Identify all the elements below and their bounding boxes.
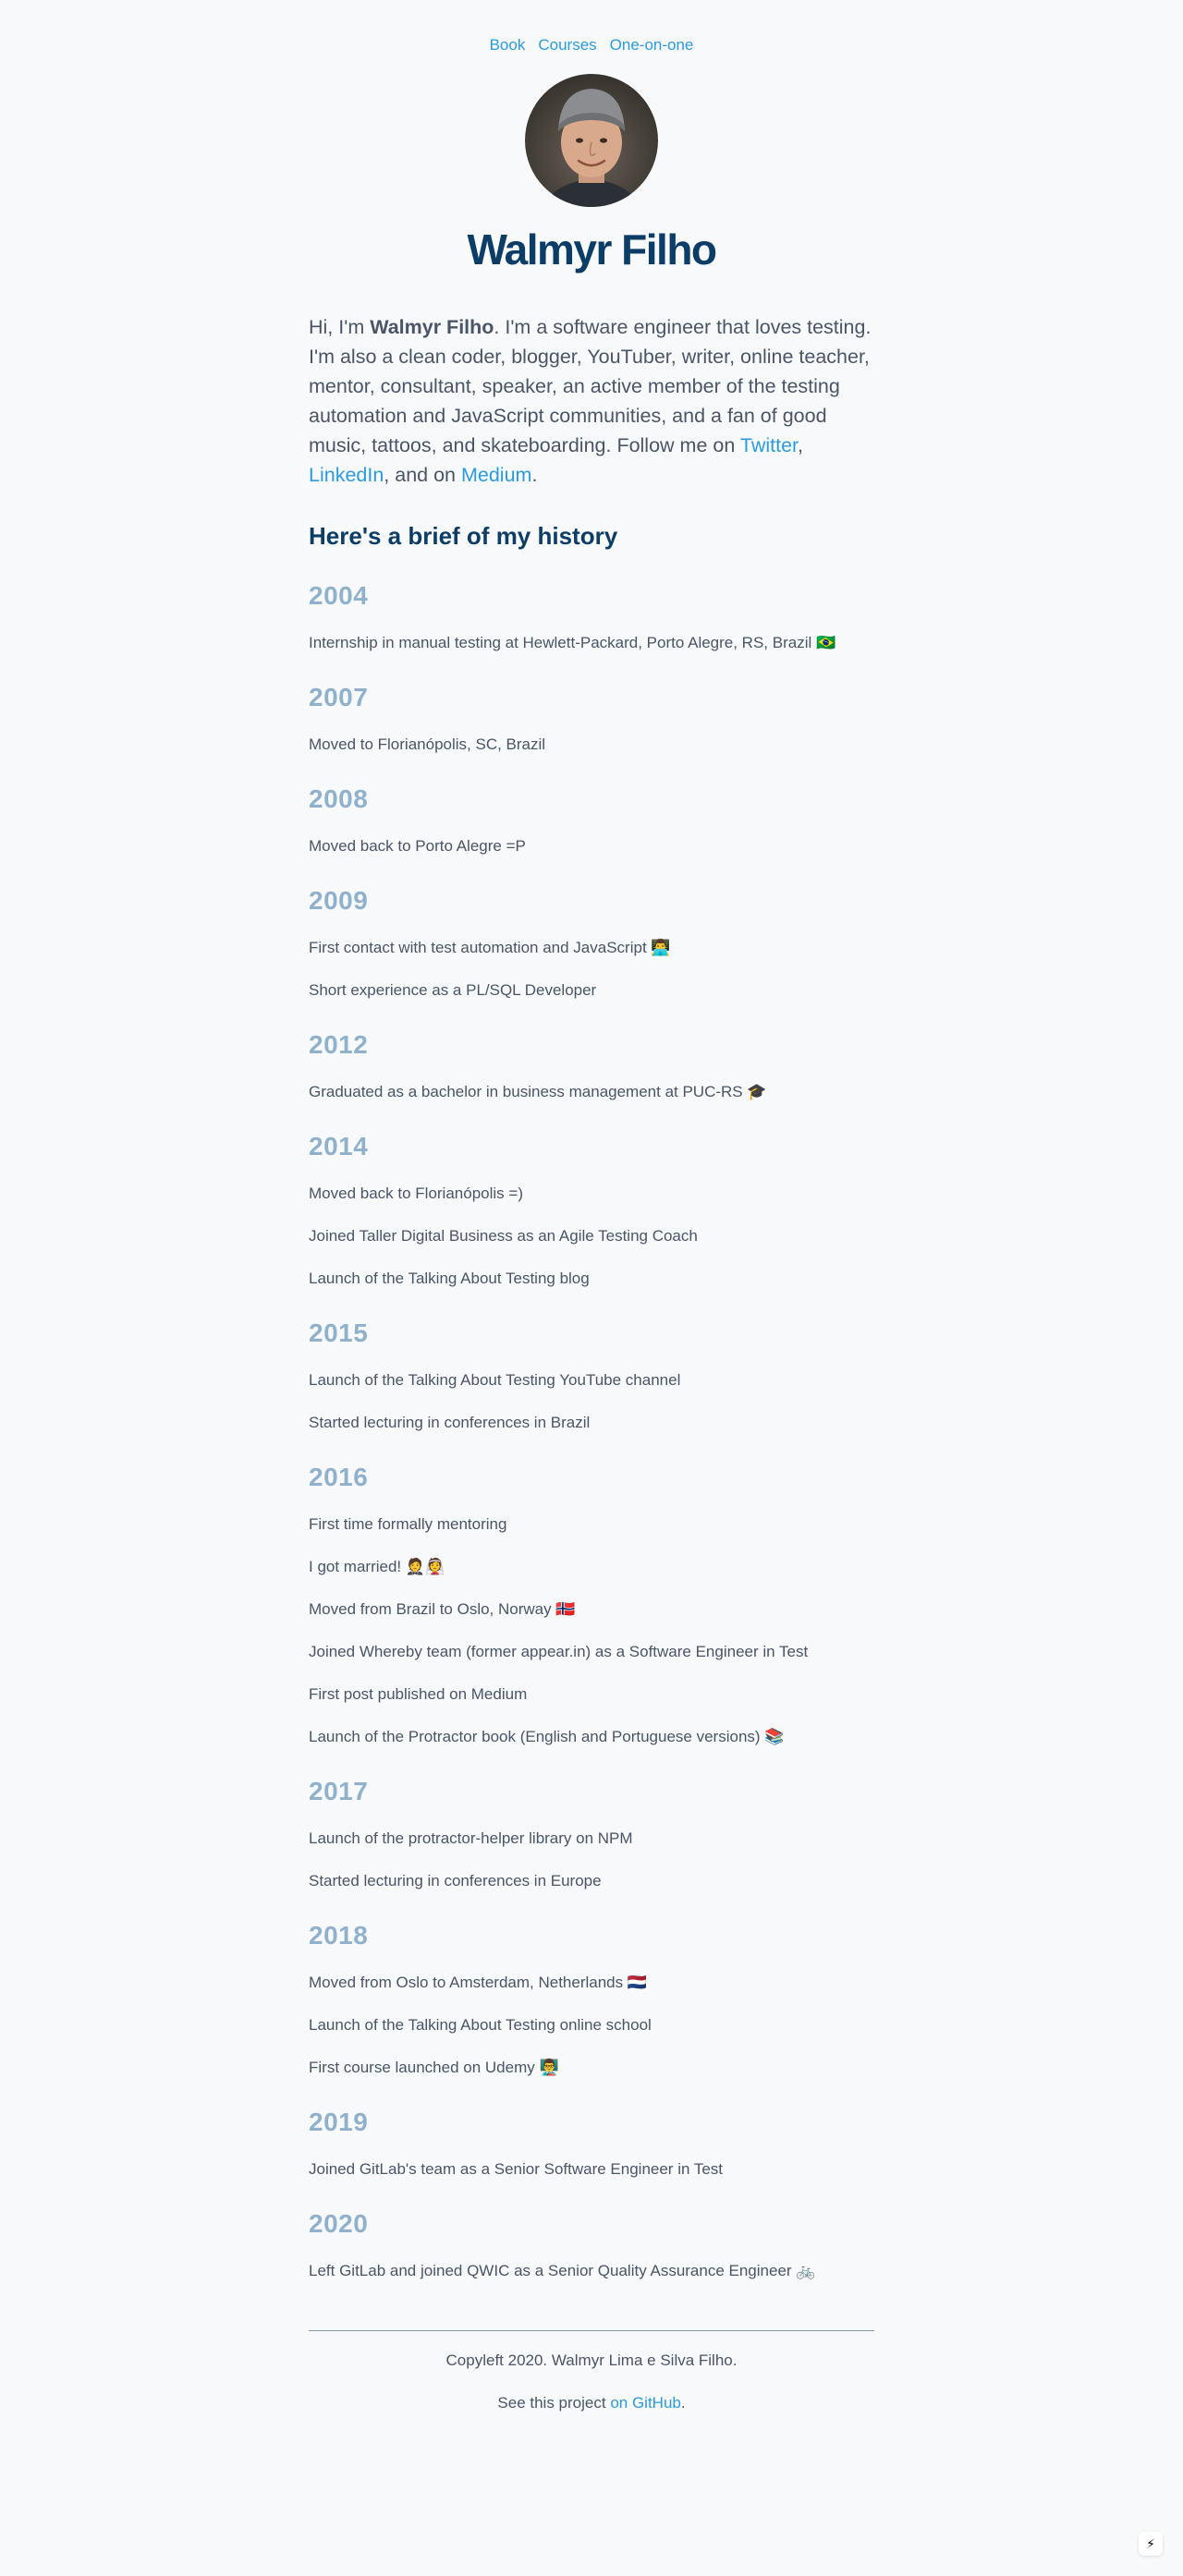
event-item: Joined Whereby team (former appear.in) a… — [309, 1643, 809, 1660]
year-section-2016: 2016 First time formally mentoring I got m… — [309, 1462, 874, 1748]
event-item: I got married! 🤵👰 — [309, 1558, 445, 1575]
event-item: Started lecturing in conferences in Braz… — [309, 1414, 591, 1431]
event-list: Joined GitLab's team as a Senior Softwar… — [309, 2158, 874, 2181]
intro-sep-2: , and on — [384, 464, 461, 486]
event-item: Joined GitLab's team as a Senior Softwar… — [309, 2160, 724, 2178]
main-content: Hi, I'm Walmyr Filho. I'm a software eng… — [309, 312, 874, 2414]
top-nav: Book Courses One-on-one — [0, 0, 1183, 55]
intro-end: . — [531, 464, 538, 486]
year-section-2009: 2009 First contact with test automation a… — [309, 885, 874, 1002]
event-list: Graduated as a bachelor in business mana… — [309, 1081, 874, 1103]
event-item: Graduated as a bachelor in business mana… — [309, 1083, 767, 1100]
project-suffix: . — [680, 2394, 686, 2412]
twitter-link[interactable]: Twitter — [740, 434, 798, 456]
event-item: Launch of the Talking About Testing onli… — [309, 2016, 652, 2034]
nav-link-one-on-one[interactable]: One-on-one — [610, 35, 694, 55]
event-item: First course launched on Udemy 👨‍🏫 — [309, 2059, 559, 2076]
event-list: Moved to Florianópolis, SC, Brazil — [309, 734, 874, 756]
nav-link-courses[interactable]: Courses — [538, 35, 596, 55]
footer: Copyleft 2020. Walmyr Lima e Silva Filho… — [309, 2350, 874, 2414]
year-heading: 2015 — [309, 1318, 369, 1347]
copyleft-text: Copyleft 2020. Walmyr Lima e Silva Filho… — [445, 2351, 738, 2369]
intro-prefix: Hi, I'm — [309, 316, 371, 338]
year-heading: 2017 — [309, 1777, 369, 1805]
avatar — [525, 74, 658, 207]
page-title: Walmyr Filho — [467, 225, 717, 273]
year-heading: 2007 — [309, 683, 369, 711]
linkedin-link[interactable]: LinkedIn — [309, 464, 384, 486]
project-prefix: See this project — [497, 2394, 611, 2412]
year-section-2004: 2004 Internship in manual testing at Hewl… — [309, 580, 874, 654]
year-section-2007: 2007 Moved to Florianópolis, SC, Brazil — [309, 682, 874, 756]
year-section-2018: 2018 Moved from Oslo to Amsterdam, Nether… — [309, 1920, 874, 2079]
event-item: Launch of the Protractor book (English a… — [309, 1728, 785, 1745]
year-heading: 2020 — [309, 2209, 369, 2238]
year-heading: 2004 — [309, 581, 369, 610]
event-list: Internship in manual testing at Hewlett-… — [309, 632, 874, 654]
event-item: Started lecturing in conferences in Euro… — [309, 1872, 602, 1889]
year-heading: 2018 — [309, 1921, 369, 1950]
intro-sep-1: , — [798, 434, 804, 456]
event-list: Launch of the protractor-helper library … — [309, 1828, 874, 1892]
medium-link[interactable]: Medium — [461, 464, 531, 486]
year-section-2017: 2017 Launch of the protractor-helper libr… — [309, 1776, 874, 1892]
event-list: Launch of the Talking About Testing YouT… — [309, 1369, 874, 1434]
bolt-icon: ⚡︎ — [1146, 2535, 1155, 2551]
event-item: First time formally mentoring — [309, 1515, 507, 1533]
intro-paragraph: Hi, I'm Walmyr Filho. I'm a software eng… — [309, 312, 874, 490]
event-list: First time formally mentoring I got marri… — [309, 1513, 874, 1748]
event-item: Moved to Florianópolis, SC, Brazil — [309, 735, 546, 753]
year-heading: 2019 — [309, 2108, 369, 2136]
year-section-2008: 2008 Moved back to Porto Alegre =P — [309, 784, 874, 857]
year-heading: 2008 — [309, 784, 369, 813]
github-link[interactable]: on GitHub — [610, 2394, 681, 2412]
event-list: Moved from Oslo to Amsterdam, Netherland… — [309, 1972, 874, 2079]
event-item: Launch of the Talking About Testing YouT… — [309, 1371, 681, 1389]
year-heading: 2016 — [309, 1463, 369, 1491]
footer-divider — [309, 2330, 874, 2331]
avatar-photo — [525, 74, 658, 207]
event-item: First contact with test automation and J… — [309, 939, 671, 956]
project-line: See this project on GitHub. — [309, 2392, 874, 2414]
event-item: Joined Taller Digital Business as an Agi… — [309, 1227, 698, 1245]
event-item: Moved from Oslo to Amsterdam, Netherland… — [309, 1974, 648, 1991]
event-item: First post published on Medium — [309, 1685, 528, 1703]
year-section-2019: 2019 Joined GitLab's team as a Senior Sof… — [309, 2107, 874, 2181]
history-timeline: 2004 Internship in manual testing at Hewl… — [309, 580, 874, 2282]
event-item: Left GitLab and joined QWIC as a Senior … — [309, 2262, 816, 2279]
year-section-2020: 2020 Left GitLab and joined QWIC as a Sen… — [309, 2208, 874, 2282]
event-list: Moved back to Florianópolis =) Joined Tal… — [309, 1183, 874, 1290]
event-item: Internship in manual testing at Hewlett-… — [309, 634, 836, 651]
history-heading: Here's a brief of my history — [309, 522, 618, 550]
event-item: Moved back to Florianópolis =) — [309, 1185, 523, 1202]
event-list: Moved back to Porto Alegre =P — [309, 835, 874, 857]
event-item: Launch of the Talking About Testing blog — [309, 1270, 590, 1287]
year-heading: 2012 — [309, 1030, 369, 1059]
event-item: Moved from Brazil to Oslo, Norway 🇳🇴 — [309, 1600, 576, 1618]
year-section-2012: 2012 Graduated as a bachelor in business … — [309, 1029, 874, 1103]
year-heading: 2009 — [309, 886, 369, 915]
bolt-button[interactable]: ⚡︎ — [1139, 2532, 1163, 2556]
event-item: Short experience as a PL/SQL Developer — [309, 981, 597, 999]
event-item: Launch of the protractor-helper library … — [309, 1829, 633, 1847]
event-item: Moved back to Porto Alegre =P — [309, 837, 526, 855]
year-heading: 2014 — [309, 1132, 369, 1160]
event-list: Left GitLab and joined QWIC as a Senior … — [309, 2260, 874, 2282]
year-section-2015: 2015 Launch of the Talking About Testing … — [309, 1318, 874, 1434]
intro-name: Walmyr Filho — [370, 316, 494, 338]
year-section-2014: 2014 Moved back to Florianópolis =) Joined… — [309, 1131, 874, 1290]
event-list: First contact with test automation and J… — [309, 937, 874, 1002]
nav-link-book[interactable]: Book — [490, 35, 526, 55]
